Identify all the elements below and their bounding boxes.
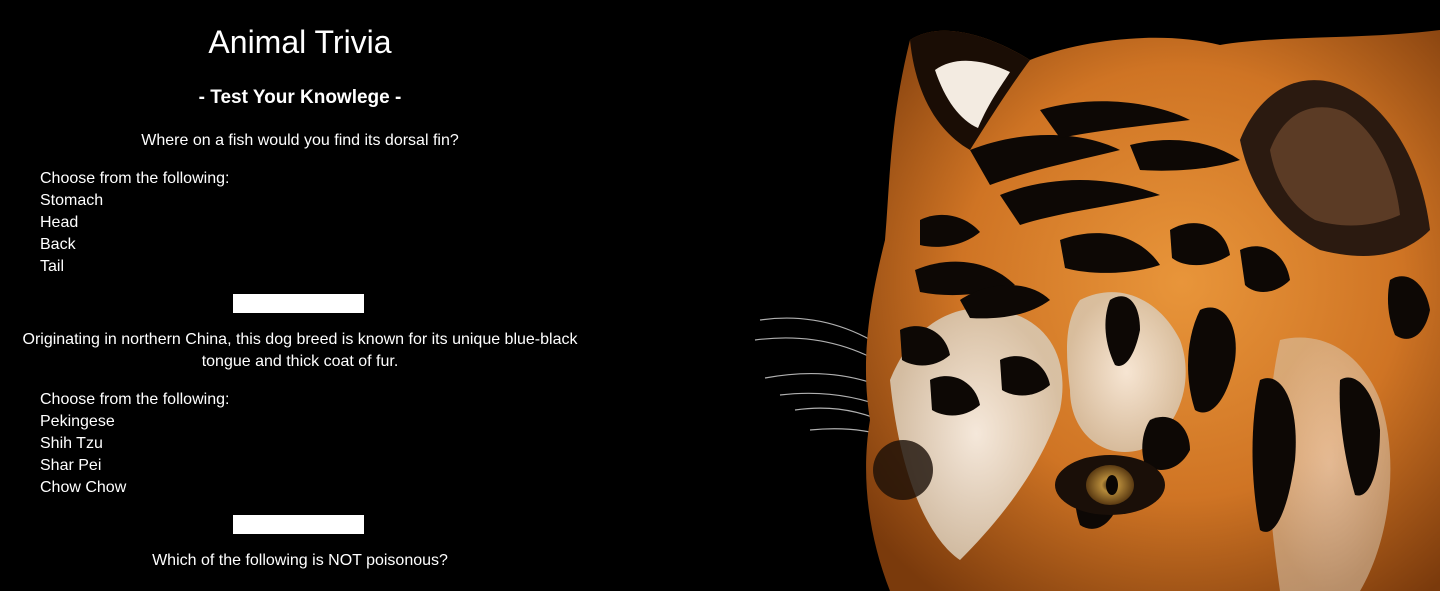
question-1-prompt: Choose from the following: [40, 170, 230, 187]
choice-pekingese: Pekingese [40, 413, 115, 430]
question-2-text-line-2: tongue and thick coat of fur. [201, 353, 399, 370]
question-3-text: Which of the following is NOT poisonous? [152, 552, 448, 569]
tiger-image [740, 0, 1440, 591]
page-title: Animal Trivia [208, 24, 392, 60]
question-2-text-line-1: Originating in northern China, this dog … [22, 331, 578, 348]
page: Animal Trivia - Test Your Knowlege - Whe… [0, 0, 1440, 591]
choice-head: Head [40, 214, 79, 231]
choice-shar-pei: Shar Pei [40, 457, 102, 474]
quiz-panel: Animal Trivia - Test Your Knowlege - Whe… [0, 0, 600, 591]
question-2-text: Originating in northern China, this dog … [0, 329, 600, 373]
question-2-choices: Choose from the following: Pekingese Shi… [40, 389, 440, 499]
question-1-answer-input[interactable] [233, 294, 364, 313]
choice-shih-tzu: Shih Tzu [40, 435, 103, 452]
choice-tail: Tail [40, 258, 65, 275]
question-1-text: Where on a fish would you find its dorsa… [141, 132, 459, 149]
page-subtitle: - Test Your Knowlege - [198, 87, 402, 108]
choice-back: Back [40, 236, 76, 253]
pupil [1106, 475, 1118, 495]
question-2-answer-input[interactable] [233, 515, 364, 534]
tiger-face-illustration [754, 30, 1440, 591]
choice-stomach: Stomach [40, 192, 104, 209]
choice-chow-chow: Chow Chow [40, 479, 127, 496]
question-1-choices: Choose from the following: Stomach Head … [40, 168, 440, 278]
question-2-prompt: Choose from the following: [40, 391, 230, 408]
left-eye-shadow [873, 440, 933, 500]
